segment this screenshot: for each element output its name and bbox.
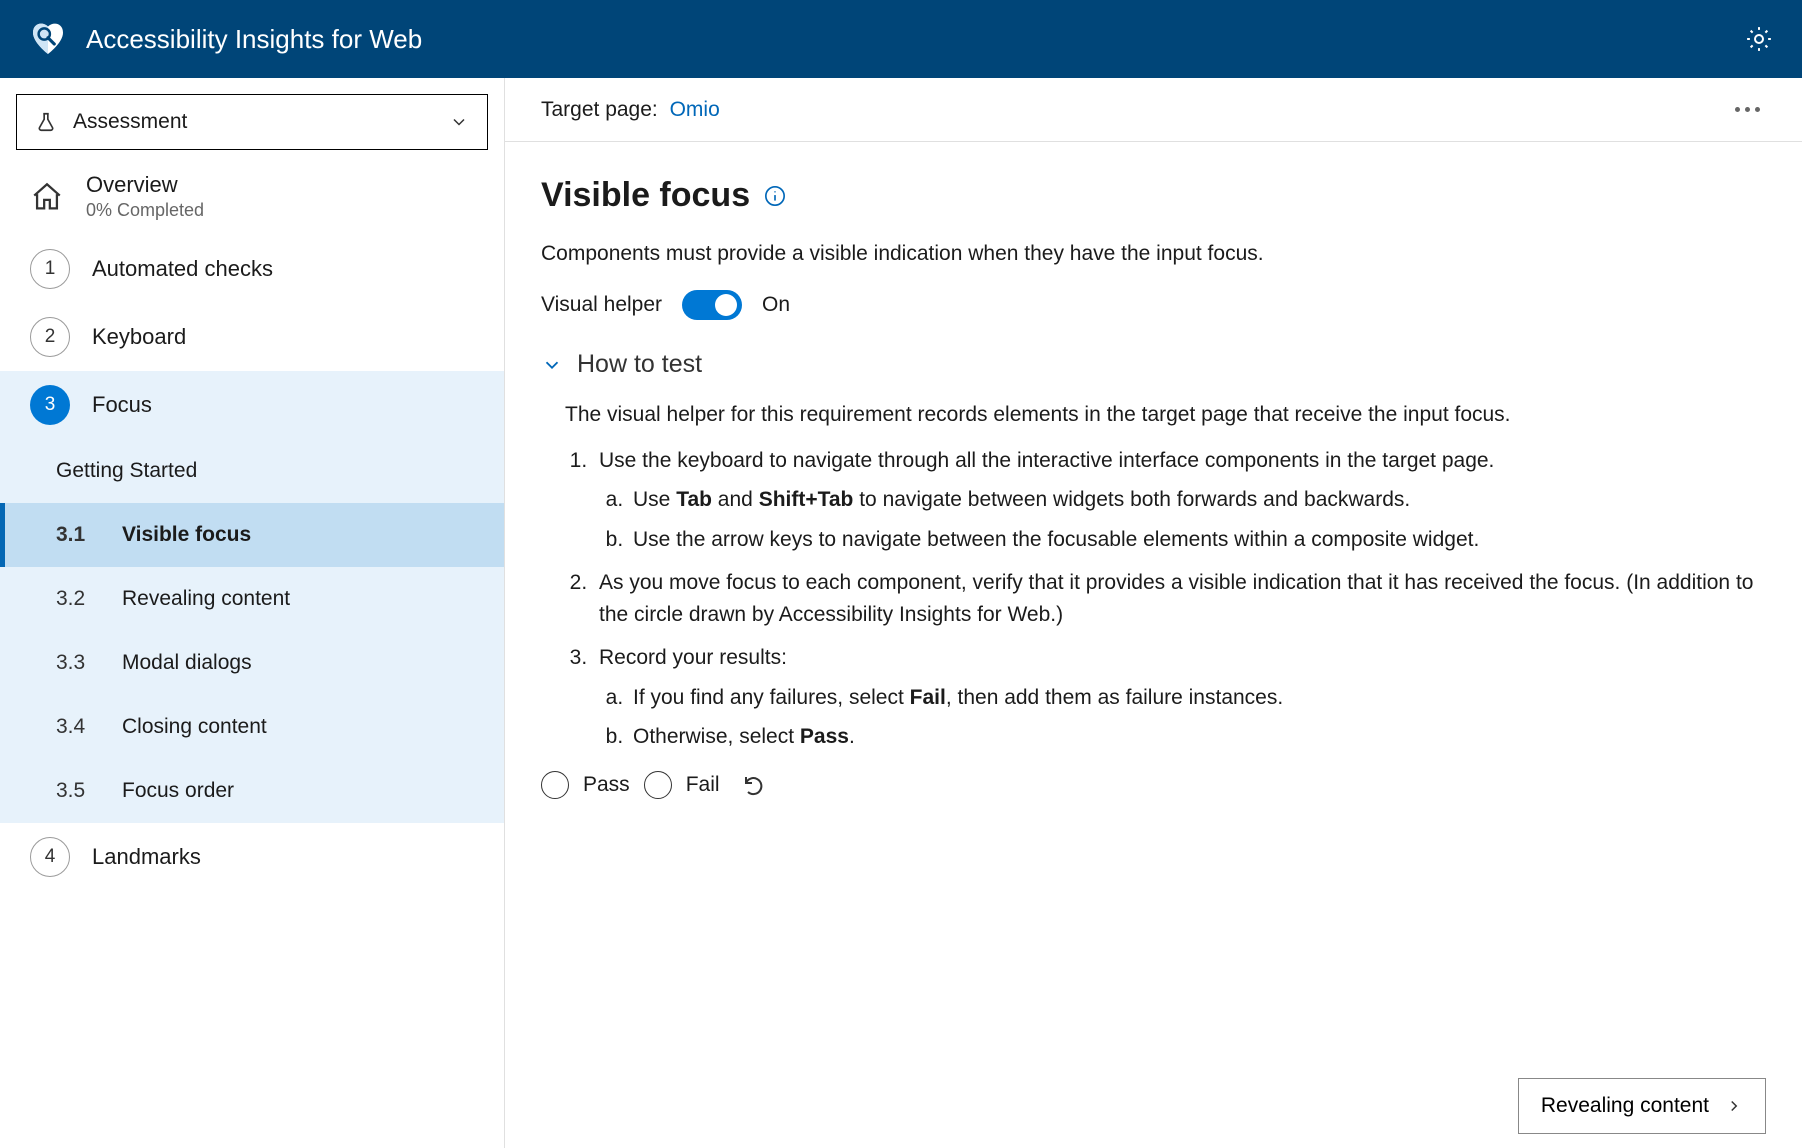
step-badge: 2: [30, 317, 70, 357]
page-title-row: Visible focus: [541, 176, 1766, 215]
target-page-link[interactable]: Omio: [670, 98, 720, 121]
sub-item-getting-started[interactable]: Getting Started: [0, 439, 504, 503]
flask-icon: [35, 111, 57, 133]
sub-item-label: Focus order: [122, 779, 234, 803]
howto-steps: Use the keyboard to navigate through all…: [565, 445, 1766, 753]
sub-item-num: 3.5: [56, 779, 98, 803]
howto-step-1: Use the keyboard to navigate through all…: [593, 445, 1766, 556]
fail-label: Fail: [686, 773, 720, 797]
target-page-prefix: Target page:: [541, 98, 664, 121]
app-header: Accessibility Insights for Web: [0, 0, 1802, 78]
next-button-label: Revealing content: [1541, 1094, 1709, 1118]
howto-step-1b: Use the arrow keys to navigate between t…: [629, 524, 1766, 556]
chevron-right-icon: [1725, 1097, 1743, 1115]
sidebar-section-focus: 3 Focus Getting Started 3.1 Visible focu…: [0, 371, 504, 823]
visual-helper-state: On: [762, 293, 790, 317]
sidebar-item-label: Landmarks: [92, 844, 201, 870]
settings-icon[interactable]: [1744, 24, 1774, 54]
sub-item-num: 3.3: [56, 651, 98, 675]
how-to-test-toggle[interactable]: How to test: [541, 350, 1766, 379]
undo-icon[interactable]: [742, 773, 766, 797]
sub-item-num: 3.1: [56, 523, 98, 547]
sub-item-focus-order[interactable]: 3.5 Focus order: [0, 759, 504, 823]
step-badge: 1: [30, 249, 70, 289]
result-row: Pass Fail: [541, 771, 1766, 799]
home-icon: [30, 180, 64, 214]
main: Target page: Omio Visible focus Componen…: [505, 78, 1802, 1148]
app-title: Accessibility Insights for Web: [86, 24, 422, 55]
visual-helper-label: Visual helper: [541, 293, 662, 317]
sub-item-label: Modal dialogs: [122, 651, 252, 675]
sub-item-label: Revealing content: [122, 587, 290, 611]
howto-intro: The visual helper for this requirement r…: [565, 399, 1766, 431]
mode-label: Assessment: [73, 110, 187, 134]
howto-step-1a: Use Tab and Shift+Tab to navigate betwee…: [629, 484, 1766, 516]
sub-item-modal-dialogs[interactable]: 3.3 Modal dialogs: [0, 631, 504, 695]
sidebar-item-label: Focus: [92, 392, 152, 418]
sub-item-label: Visible focus: [122, 523, 251, 547]
sub-item-num: 3.2: [56, 587, 98, 611]
sub-item-visible-focus[interactable]: 3.1 Visible focus: [0, 503, 504, 567]
sidebar-item-label: Keyboard: [92, 324, 186, 350]
fail-radio[interactable]: [644, 771, 672, 799]
next-requirement-button[interactable]: Revealing content: [1518, 1078, 1766, 1134]
sidebar-item-landmarks[interactable]: 4 Landmarks: [0, 823, 504, 891]
sidebar-item-keyboard[interactable]: 2 Keyboard: [0, 303, 504, 371]
sidebar-item-label: Automated checks: [92, 256, 273, 282]
how-to-test-body: The visual helper for this requirement r…: [541, 399, 1766, 753]
requirement-description: Components must provide a visible indica…: [541, 239, 1766, 268]
pass-radio[interactable]: [541, 771, 569, 799]
brand: Accessibility Insights for Web: [28, 19, 422, 59]
visual-helper-row: Visual helper On: [541, 290, 1766, 320]
focus-subitems: Getting Started 3.1 Visible focus 3.2 Re…: [0, 439, 504, 823]
more-options-icon[interactable]: [1729, 101, 1766, 118]
content: Visible focus Components must provide a …: [505, 142, 1802, 1148]
sub-item-label: Closing content: [122, 715, 267, 739]
target-page-label: Target page: Omio: [541, 98, 720, 122]
chevron-down-icon: [449, 112, 469, 132]
sidebar-item-automated-checks[interactable]: 1 Automated checks: [0, 235, 504, 303]
sub-item-closing-content[interactable]: 3.4 Closing content: [0, 695, 504, 759]
step-text: Use the keyboard to navigate through all…: [599, 449, 1494, 472]
app-body: Assessment Overview 0% Completed 1 Autom…: [0, 78, 1802, 1148]
pass-label: Pass: [583, 773, 630, 797]
howto-step-3: Record your results: If you find any fai…: [593, 642, 1766, 753]
overview-progress: 0% Completed: [86, 200, 204, 221]
info-icon[interactable]: [764, 185, 786, 207]
step-badge: 4: [30, 837, 70, 877]
sub-item-num: 3.4: [56, 715, 98, 739]
app-root: Accessibility Insights for Web Assessmen…: [0, 0, 1802, 1148]
howto-step-3a: If you find any failures, select Fail, t…: [629, 682, 1766, 714]
sub-item-label: Getting Started: [56, 459, 197, 483]
page-title: Visible focus: [541, 176, 750, 215]
how-to-test-title: How to test: [577, 350, 702, 379]
sidebar-item-focus[interactable]: 3 Focus: [0, 371, 504, 439]
howto-step-3b: Otherwise, select Pass.: [629, 721, 1766, 753]
sidebar: Assessment Overview 0% Completed 1 Autom…: [0, 78, 505, 1148]
step-badge: 3: [30, 385, 70, 425]
mode-selector[interactable]: Assessment: [16, 94, 488, 150]
sub-item-revealing-content[interactable]: 3.2 Revealing content: [0, 567, 504, 631]
app-logo-icon: [28, 19, 68, 59]
sidebar-item-overview[interactable]: Overview 0% Completed: [0, 158, 504, 235]
target-bar: Target page: Omio: [505, 78, 1802, 142]
overview-title: Overview: [86, 172, 204, 198]
toggle-knob: [715, 294, 737, 316]
howto-step-2: As you move focus to each component, ver…: [593, 567, 1766, 630]
chevron-down-icon: [541, 354, 563, 376]
step-text: Record your results:: [599, 646, 787, 669]
visual-helper-toggle[interactable]: [682, 290, 742, 320]
